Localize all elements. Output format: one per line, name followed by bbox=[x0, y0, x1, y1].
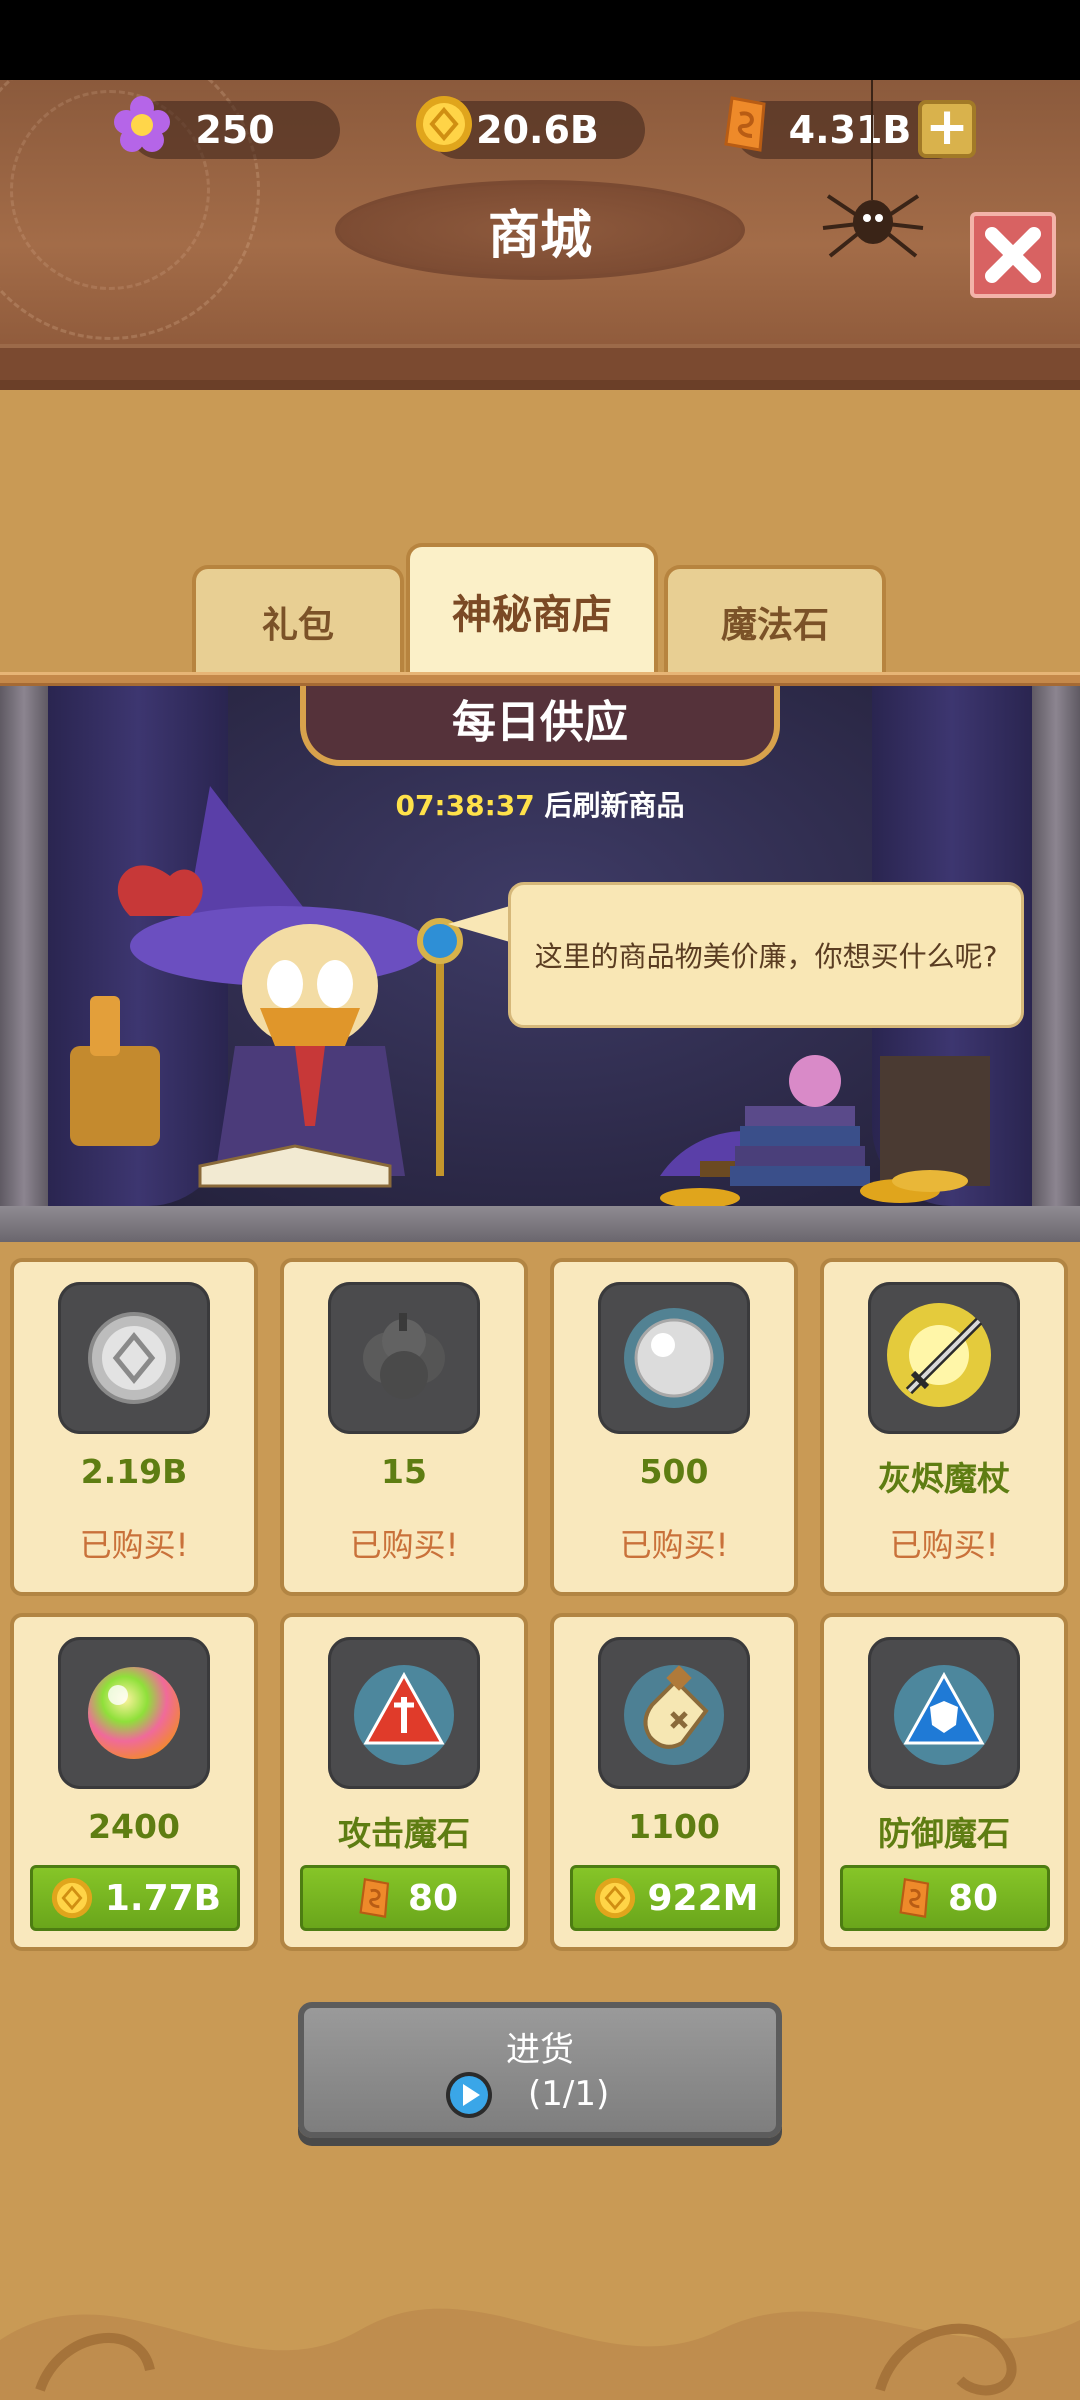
item-thumbnail bbox=[868, 1282, 1020, 1434]
item-thumbnail bbox=[868, 1637, 1020, 1789]
buy-price: 80 bbox=[947, 1877, 999, 1919]
tab-gift-pack[interactable]: 礼包 bbox=[192, 565, 404, 675]
pearl-icon bbox=[624, 1308, 724, 1408]
item-name: 灰烬魔杖 bbox=[878, 1459, 1010, 1498]
shop-scene: 每日供应 07:38:37 后刷新商品 这里的商品物美价廉，你想买什么呢? bbox=[0, 686, 1080, 1242]
potion-bottle-icon bbox=[624, 1665, 724, 1765]
tabs-divider bbox=[0, 672, 1080, 686]
shop-item-card[interactable]: 灰烬魔杖 已购买! bbox=[820, 1258, 1068, 1596]
shop-item-card[interactable]: 2400 1.77B bbox=[10, 1613, 258, 1951]
item-thumbnail bbox=[598, 1282, 750, 1434]
header-bottom-band bbox=[0, 344, 1080, 380]
shop-header: 250 20.6B 4.31B + 商城 bbox=[0, 80, 1080, 390]
item-name: 2.19B bbox=[80, 1452, 188, 1491]
item-thumbnail bbox=[58, 1637, 210, 1789]
status-bar bbox=[0, 0, 1080, 80]
item-thumbnail bbox=[328, 1282, 480, 1434]
buy-button[interactable]: 1.77B bbox=[30, 1865, 240, 1931]
shop-counter bbox=[0, 1206, 1080, 1242]
gold-coin-icon bbox=[51, 1877, 92, 1919]
gold-coin-icon bbox=[594, 1877, 635, 1919]
buy-price: 922M bbox=[647, 1877, 759, 1919]
play-video-icon bbox=[446, 2072, 492, 2118]
tab-mystery-shop[interactable]: 神秘商店 bbox=[406, 543, 658, 675]
pillar-left bbox=[0, 686, 48, 1242]
shopkeeper-dialogue-text: 这里的商品物美价廉，你想买什么呢? bbox=[534, 940, 998, 973]
pillar-right bbox=[1032, 686, 1080, 1242]
item-name: 500 bbox=[639, 1452, 709, 1491]
spider-icon bbox=[822, 194, 924, 258]
books-and-coins-decoration bbox=[660, 1055, 990, 1208]
rune-amount: 4.31B bbox=[788, 108, 912, 152]
item-name: 攻击魔石 bbox=[338, 1814, 470, 1853]
restock-count: (1/1) bbox=[528, 2074, 610, 2114]
item-name: 15 bbox=[381, 1452, 427, 1491]
bottom-swirl-decoration bbox=[0, 2308, 1080, 2400]
add-runes-button[interactable]: + bbox=[918, 100, 976, 158]
tab-gift-pack-label: 礼包 bbox=[261, 605, 334, 646]
tab-mystery-shop-label: 神秘商店 bbox=[452, 592, 612, 638]
shop-item-card[interactable]: 2.19B 已购买! bbox=[10, 1258, 258, 1596]
item-status: 已购买! bbox=[349, 1526, 459, 1564]
tab-magic-stone[interactable]: 魔法石 bbox=[664, 565, 886, 675]
rune-stone-icon bbox=[724, 96, 766, 152]
silver-coin-icon bbox=[88, 1312, 180, 1404]
shop-item-card[interactable]: 15 已购买! bbox=[280, 1258, 528, 1596]
close-button[interactable] bbox=[970, 212, 1056, 298]
attack-stone-icon bbox=[354, 1665, 454, 1765]
page-title-text: 商城 bbox=[487, 205, 592, 266]
defense-stone-icon bbox=[894, 1665, 994, 1765]
dark-ore-icon bbox=[363, 1313, 445, 1399]
speech-bubble-tail bbox=[448, 906, 510, 942]
rune-icon bbox=[899, 1878, 930, 1918]
page-title: 商城 bbox=[335, 180, 745, 280]
witch-shopkeeper-illustration bbox=[70, 786, 463, 1188]
item-name: 防御魔石 bbox=[878, 1814, 1010, 1853]
gold-amount: 20.6B bbox=[476, 108, 599, 152]
buy-price: 80 bbox=[407, 1877, 459, 1919]
buy-button[interactable]: 80 bbox=[840, 1865, 1050, 1931]
item-thumbnail bbox=[598, 1637, 750, 1789]
rune-icon bbox=[359, 1878, 390, 1918]
item-status: 已购买! bbox=[889, 1526, 999, 1564]
buy-button[interactable]: 922M bbox=[570, 1865, 780, 1931]
wand-icon bbox=[887, 1303, 991, 1407]
shop-item-card[interactable]: 防御魔石 80 bbox=[820, 1613, 1068, 1951]
daily-supply-title: 每日供应 bbox=[452, 697, 628, 748]
rainbow-orb-icon bbox=[88, 1667, 180, 1759]
item-status: 已购买! bbox=[79, 1526, 189, 1564]
shop-item-card[interactable]: 500 已购买! bbox=[550, 1258, 798, 1596]
purple-flower-gem-icon bbox=[114, 96, 170, 152]
gold-coin-icon bbox=[416, 96, 472, 152]
buy-button[interactable]: 80 bbox=[300, 1865, 510, 1931]
item-name: 1100 bbox=[628, 1807, 720, 1846]
item-thumbnail bbox=[328, 1637, 480, 1789]
gem-amount: 250 bbox=[195, 108, 275, 152]
close-icon bbox=[985, 227, 1041, 283]
tab-magic-stone-label: 魔法石 bbox=[720, 605, 829, 646]
refresh-timer-suffix: 后刷新商品 bbox=[534, 789, 685, 822]
restock-button[interactable]: 进货 (1/1) bbox=[298, 2002, 782, 2138]
shop-item-card[interactable]: 1100 922M bbox=[550, 1613, 798, 1951]
buy-price: 1.77B bbox=[104, 1877, 222, 1919]
shop-item-card[interactable]: 攻击魔石 80 bbox=[280, 1613, 528, 1951]
item-thumbnail bbox=[58, 1282, 210, 1434]
item-name: 2400 bbox=[88, 1807, 180, 1846]
restock-label: 进货 bbox=[506, 2030, 574, 2070]
shopkeeper-dialogue: 这里的商品物美价廉，你想买什么呢? bbox=[508, 882, 1024, 1028]
item-status: 已购买! bbox=[619, 1526, 729, 1564]
